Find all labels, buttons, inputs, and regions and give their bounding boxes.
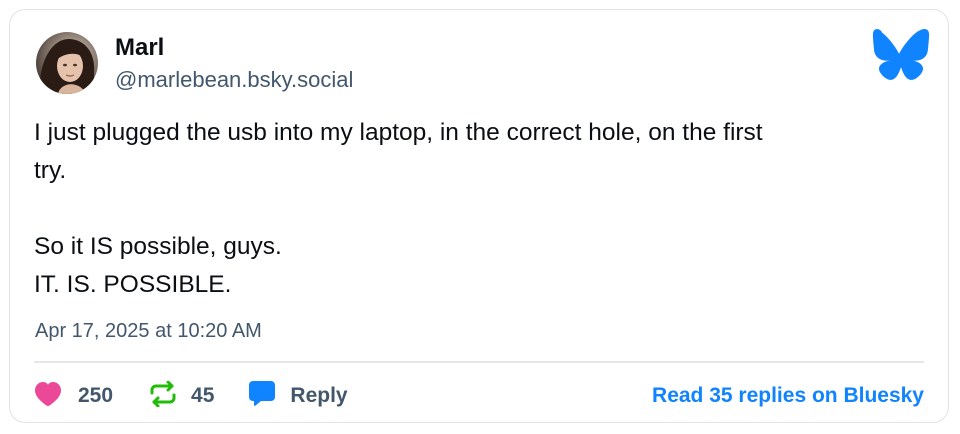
reply-button[interactable]: Reply	[248, 380, 348, 412]
read-replies-link[interactable]: Read 35 replies on Bluesky	[652, 376, 924, 416]
like-count: 250	[78, 384, 114, 407]
post-embed-card: Marl @marlebean.bsky.social I just plugg…	[9, 9, 949, 423]
post-timestamp[interactable]: Apr 17, 2025 at 10:20 AM	[35, 318, 262, 344]
avatar-image	[36, 32, 98, 94]
repost-icon	[149, 380, 177, 412]
post-text-blank-line	[34, 190, 924, 228]
divider	[34, 361, 924, 363]
post-text-line: So it IS possible, guys.	[34, 233, 282, 260]
reply-label: Reply	[290, 384, 348, 407]
post-actions: 250 45 Reply	[34, 376, 348, 416]
speech-bubble-icon	[248, 380, 276, 412]
post-text-line: I just plugged the usb into my laptop, i…	[34, 119, 763, 146]
author-display-name[interactable]: Marl	[115, 34, 164, 62]
post-text: I just plugged the usb into my laptop, i…	[34, 114, 924, 304]
post-text-line: IT. IS. POSSIBLE.	[34, 271, 232, 298]
bluesky-butterfly-icon[interactable]	[871, 29, 931, 83]
author-handle[interactable]: @marlebean.bsky.social	[115, 66, 353, 94]
repost-button[interactable]: 45	[149, 380, 215, 412]
repost-count: 45	[191, 384, 215, 407]
heart-icon	[34, 381, 62, 412]
post-text-line: try.	[34, 157, 67, 184]
like-button[interactable]: 250	[34, 381, 113, 412]
author-avatar[interactable]	[36, 32, 98, 94]
